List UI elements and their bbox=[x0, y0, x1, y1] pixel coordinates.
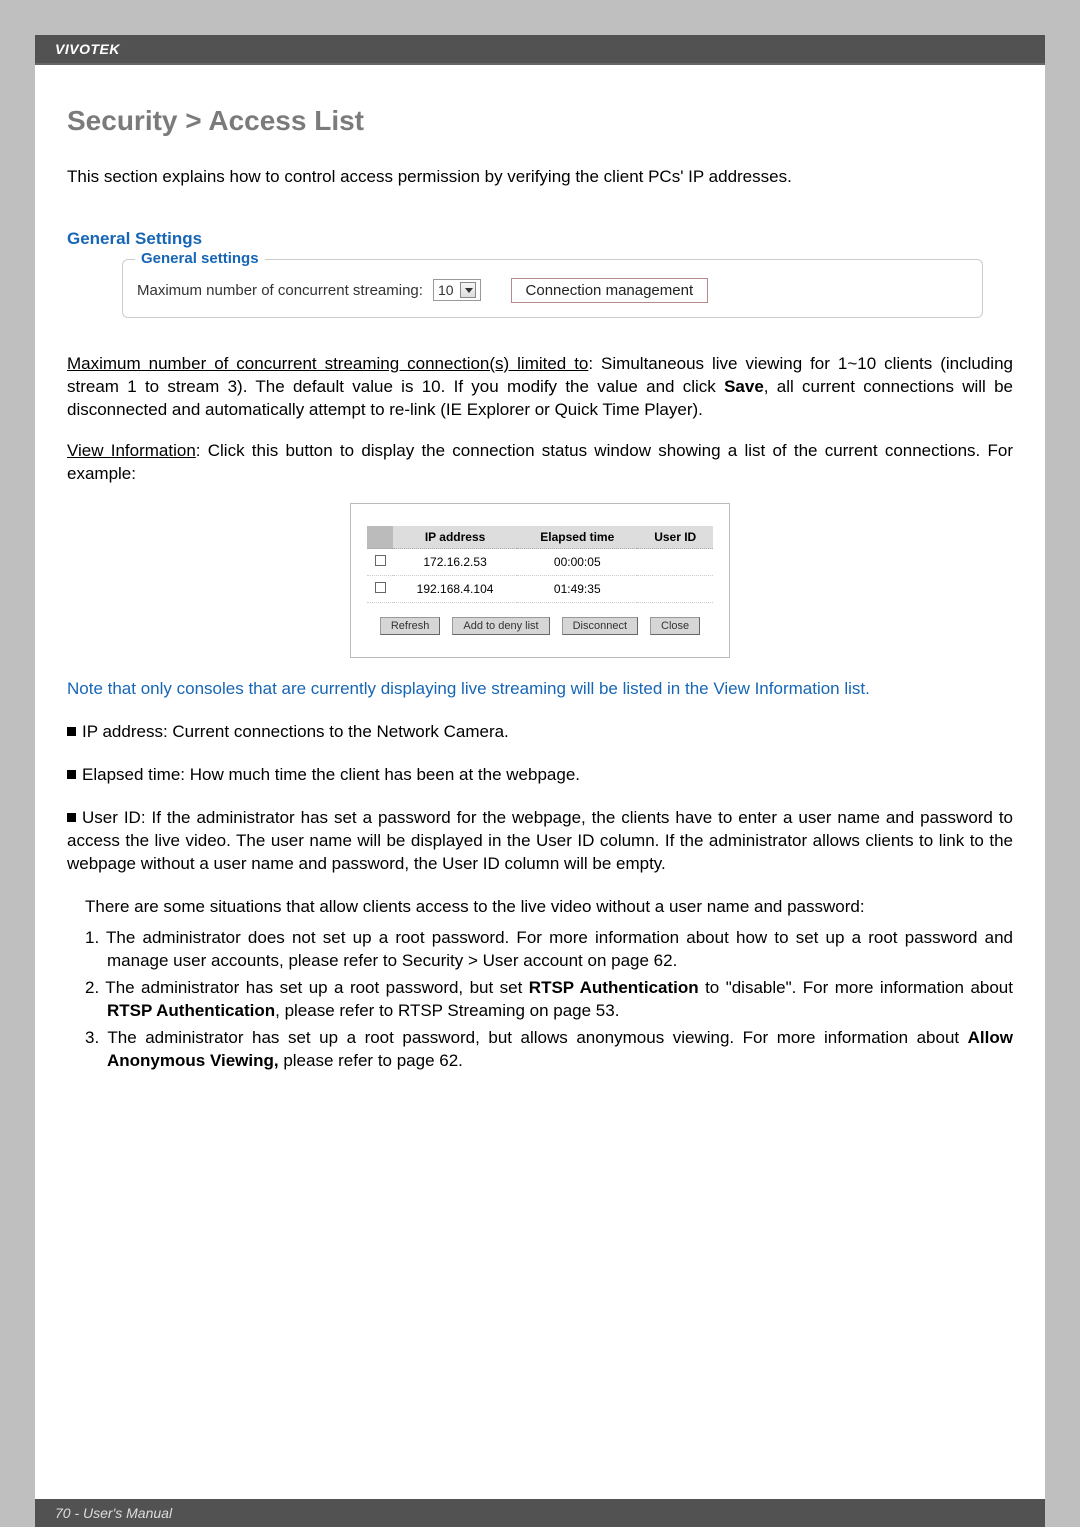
intro-text: This section explains how to control acc… bbox=[67, 165, 1013, 189]
view-information-paragraph: View Information: Click this button to d… bbox=[67, 440, 1013, 486]
row-checkbox[interactable] bbox=[375, 555, 386, 566]
list-item: Elapsed time: How much time the client h… bbox=[67, 764, 1013, 787]
brand-label: VIVOTEK bbox=[55, 41, 120, 57]
chevron-down-icon[interactable] bbox=[460, 282, 476, 298]
square-bullet-icon bbox=[67, 813, 76, 822]
table-header-row: IP address Elapsed time User ID bbox=[367, 526, 713, 549]
page-content: Security > Access List This section expl… bbox=[35, 65, 1045, 1073]
list-item: 1. The administrator does not set up a r… bbox=[85, 927, 1013, 973]
numbered-list: 1. The administrator does not set up a r… bbox=[85, 927, 1013, 1073]
square-bullet-icon bbox=[67, 770, 76, 779]
table-row: 192.168.4.104 01:49:35 bbox=[367, 576, 713, 603]
max-connections-label: Maximum number of concurrent streaming c… bbox=[67, 354, 588, 373]
list-item: 2. The administrator has set up a root p… bbox=[85, 977, 1013, 1023]
general-settings-fieldset: General settings Maximum number of concu… bbox=[122, 259, 983, 318]
close-button[interactable]: Close bbox=[650, 617, 700, 635]
max-concurrent-select[interactable]: 10 bbox=[433, 279, 481, 301]
table-row: 172.16.2.53 00:00:05 bbox=[367, 549, 713, 576]
cell-elapsed: 01:49:35 bbox=[517, 576, 637, 603]
cell-elapsed: 00:00:05 bbox=[517, 549, 637, 576]
page-header: VIVOTEK bbox=[35, 35, 1045, 65]
connection-button-row: Refresh Add to deny list Disconnect Clos… bbox=[367, 617, 713, 635]
add-to-deny-list-button[interactable]: Add to deny list bbox=[452, 617, 549, 635]
page-title: Security > Access List bbox=[67, 105, 1013, 137]
fieldset-legend: General settings bbox=[135, 250, 265, 267]
connection-table: IP address Elapsed time User ID 172.16.2… bbox=[367, 526, 713, 603]
list-item: 3. The administrator has set up a root p… bbox=[85, 1027, 1013, 1073]
cell-ip: 172.16.2.53 bbox=[393, 549, 517, 576]
row-checkbox[interactable] bbox=[375, 582, 386, 593]
cell-ip: 192.168.4.104 bbox=[393, 576, 517, 603]
max-concurrent-value: 10 bbox=[438, 282, 454, 298]
list-item: User ID: If the administrator has set a … bbox=[67, 807, 1013, 876]
col-elapsed-time: Elapsed time bbox=[517, 526, 637, 549]
col-ip-address: IP address bbox=[393, 526, 517, 549]
refresh-button[interactable]: Refresh bbox=[380, 617, 441, 635]
general-settings-heading: General Settings bbox=[67, 229, 1013, 249]
col-checkbox bbox=[367, 526, 393, 549]
view-information-label: View Information bbox=[67, 441, 196, 460]
page-footer: 70 - User's Manual bbox=[35, 1499, 1045, 1527]
disconnect-button[interactable]: Disconnect bbox=[562, 617, 638, 635]
situations-intro: There are some situations that allow cli… bbox=[85, 896, 1013, 919]
connection-status-window: IP address Elapsed time User ID 172.16.2… bbox=[350, 503, 730, 658]
connection-management-button[interactable]: Connection management bbox=[511, 278, 709, 303]
col-user-id: User ID bbox=[637, 526, 713, 549]
bullet-list: IP address: Current connections to the N… bbox=[67, 721, 1013, 876]
max-concurrent-label: Maximum number of concurrent streaming: bbox=[137, 282, 423, 299]
cell-uid bbox=[637, 576, 713, 603]
square-bullet-icon bbox=[67, 727, 76, 736]
note-text: Note that only consoles that are current… bbox=[67, 678, 1013, 701]
cell-uid bbox=[637, 549, 713, 576]
footer-label: 70 - User's Manual bbox=[55, 1505, 172, 1521]
max-connections-paragraph: Maximum number of concurrent streaming c… bbox=[67, 353, 1013, 422]
list-item: IP address: Current connections to the N… bbox=[67, 721, 1013, 744]
